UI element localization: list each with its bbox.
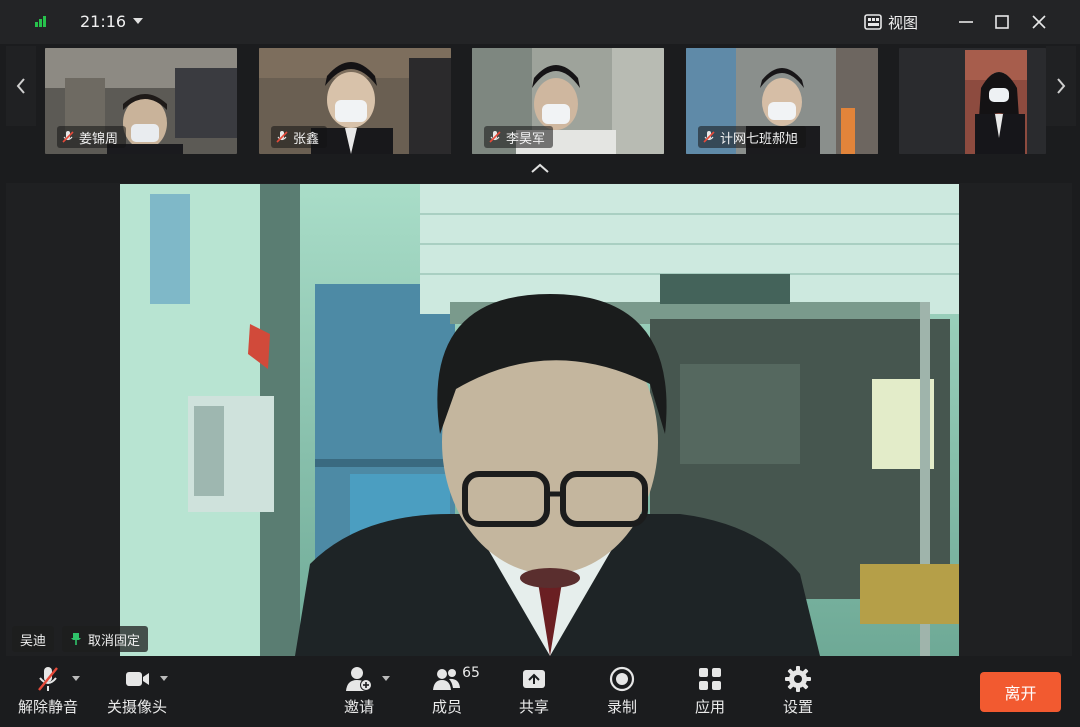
participant-tile[interactable]: 计网七班郝旭 [686,48,878,154]
chevron-left-icon [16,78,25,94]
participant-name: 姜锦周 [79,131,119,147]
video-options-caret-icon[interactable] [160,676,168,681]
members-count: 65 [462,665,480,681]
invite-options-caret-icon[interactable] [382,676,390,681]
chevron-right-icon [1057,78,1066,94]
signal-icon [35,16,49,27]
mic-muted-icon [62,131,74,143]
meeting-time: 21:16 [80,12,127,31]
add-user-icon [346,667,372,691]
participant-name: 计网七班郝旭 [720,131,799,147]
view-label: 视图 [888,13,919,32]
participant-tile[interactable]: 张鑫 [259,48,451,154]
participant-label: 李昊军 [484,126,554,148]
members-button[interactable]: 65 成员 [432,664,480,717]
record-label: 录制 [607,698,638,716]
participant-video [899,48,1046,154]
apps-label: 应用 [695,698,726,716]
unpin-label: 取消固定 [88,633,141,649]
participant-name: 李昊军 [506,131,546,147]
leave-label: 离开 [1004,684,1037,703]
members-icon [433,669,461,690]
camera-label: 关摄像头 [107,698,168,716]
grid-view-icon [864,14,882,30]
thumb-next-button[interactable] [1046,46,1076,126]
mic-muted-icon [276,131,288,143]
members-label: 成员 [432,698,463,716]
invite-button[interactable]: 邀请 [344,664,374,717]
unpin-button[interactable]: 取消固定 [62,626,149,652]
settings-button[interactable]: 设置 [783,664,813,717]
participant-label: 姜锦周 [57,126,127,148]
participant-tile[interactable] [899,48,1046,154]
pin-icon [71,633,81,645]
share-screen-button[interactable]: 共享 [519,664,549,717]
camera-off-button[interactable]: 关摄像头 [107,664,167,717]
maximize-icon[interactable] [990,10,1014,34]
participant-label: 张鑫 [271,126,328,148]
settings-label: 设置 [783,698,814,716]
gear-icon [785,666,811,692]
participant-tile[interactable]: 姜锦周 [45,48,237,154]
close-icon[interactable] [1027,10,1051,34]
mic-muted-icon [38,667,58,691]
record-icon [609,666,635,692]
title-bar: 21:16 视图 [0,0,1080,44]
apps-button[interactable]: 应用 [695,664,725,717]
minimize-icon[interactable] [954,10,978,34]
speaker-video-frame [120,184,959,656]
share-label: 共享 [519,698,550,716]
video-camera-icon [126,672,149,686]
participant-label: 计网七班郝旭 [698,126,807,148]
active-speaker-video[interactable] [120,184,959,656]
apps-grid-icon [699,668,721,690]
participant-name: 张鑫 [293,131,320,147]
leave-meeting-button[interactable]: 离开 [980,672,1061,712]
speaker-name-tag: 吴迪 [12,626,55,652]
caret-down-icon[interactable] [133,18,143,24]
unmute-button[interactable]: 解除静音 [18,664,78,717]
participant-tile[interactable]: 李昊军 [472,48,664,154]
invite-label: 邀请 [344,698,375,716]
unmute-label: 解除静音 [18,698,79,716]
share-screen-icon [523,670,545,688]
mic-muted-icon [703,131,715,143]
speaker-name: 吴迪 [20,633,47,649]
mic-muted-icon [489,131,501,143]
collapse-strip-icon[interactable] [528,160,552,176]
thumb-prev-button[interactable] [6,46,36,126]
view-button[interactable]: 视图 [864,10,918,34]
audio-options-caret-icon[interactable] [72,676,80,681]
record-button[interactable]: 录制 [607,664,637,717]
